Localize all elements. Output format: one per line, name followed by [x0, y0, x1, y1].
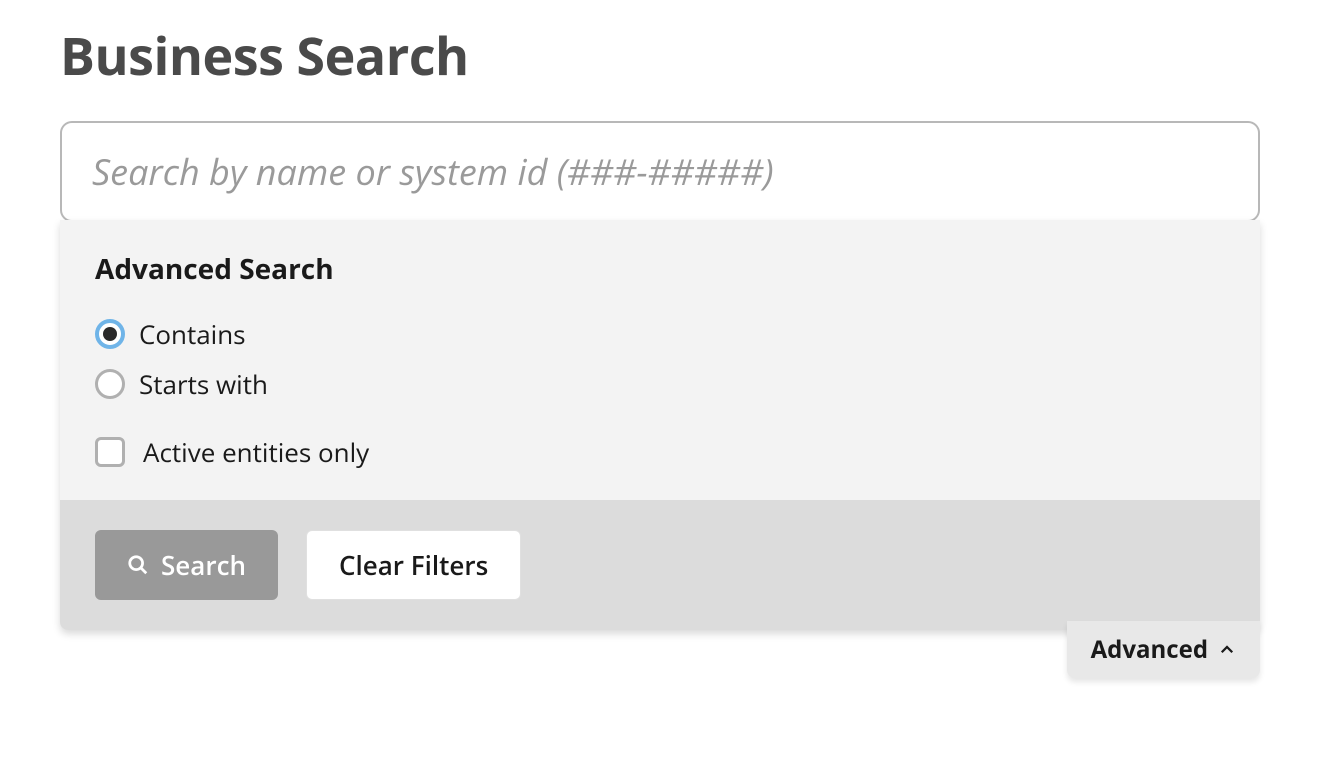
radio-icon: [95, 369, 125, 399]
checkbox-active-entities[interactable]: Active entities only: [95, 434, 1225, 470]
search-icon: [127, 554, 149, 576]
radio-option-starts-with[interactable]: Starts with: [95, 366, 1225, 402]
advanced-content: Advanced Search Contains Starts with Act…: [60, 220, 1260, 500]
button-bar: Search Clear Filters: [60, 500, 1260, 630]
search-button[interactable]: Search: [95, 530, 278, 600]
clear-filters-button[interactable]: Clear Filters: [306, 530, 521, 600]
chevron-up-icon: [1218, 641, 1236, 659]
advanced-search-heading: Advanced Search: [95, 250, 1225, 288]
page-title: Business Search: [60, 20, 1282, 91]
search-container: Advanced Search Contains Starts with Act…: [60, 121, 1260, 630]
radio-label: Starts with: [139, 366, 268, 402]
radio-label: Contains: [139, 316, 246, 352]
search-button-label: Search: [161, 547, 246, 583]
checkbox-icon: [95, 437, 125, 467]
advanced-search-panel: Advanced Search Contains Starts with Act…: [60, 220, 1260, 630]
advanced-tab-label: Advanced: [1091, 633, 1208, 666]
match-type-radio-group: Contains Starts with: [95, 316, 1225, 402]
clear-filters-label: Clear Filters: [339, 547, 488, 583]
advanced-toggle-tab[interactable]: Advanced: [1067, 621, 1260, 678]
radio-option-contains[interactable]: Contains: [95, 316, 1225, 352]
search-input[interactable]: [60, 121, 1260, 222]
radio-icon: [95, 319, 125, 349]
checkbox-label: Active entities only: [143, 434, 369, 470]
